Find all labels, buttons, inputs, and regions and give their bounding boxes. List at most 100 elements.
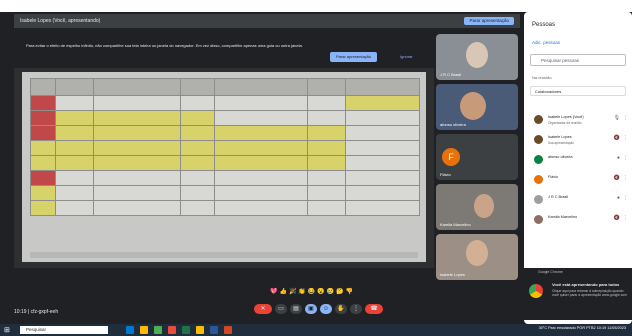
table-header-cell: [214, 78, 309, 96]
word-icon[interactable]: [210, 326, 218, 334]
participant-name: Kamila Marcelino: [440, 222, 471, 227]
participant-tile[interactable]: Isabele Lopes: [436, 234, 518, 280]
taskbar-search-input[interactable]: Pesquisar: [20, 326, 108, 334]
panel-title: Pessoas: [532, 22, 556, 28]
avatar: [534, 195, 543, 204]
reactions-bar[interactable]: 💖👍🎉👏😂😮😢🤔👎: [270, 288, 355, 295]
table-header-cell: [30, 78, 56, 96]
people-list: Isabele Lopes (Você) Organizador da reun…: [530, 112, 630, 232]
powerpoint-icon[interactable]: [224, 326, 232, 334]
notification-title: Você está apresentando para todos: [552, 282, 620, 287]
table-row: [30, 185, 420, 201]
participant-name: J R C Brasil: [440, 72, 462, 77]
sheet-tabs-bar: [30, 252, 418, 258]
participant-video: [474, 194, 494, 218]
avatar: [534, 175, 543, 184]
more-icon[interactable]: ⋮: [623, 135, 628, 141]
more-options-button[interactable]: ⋮: [350, 304, 362, 314]
taskbar-apps: [126, 326, 232, 334]
person-name: Kamila Marcelino: [548, 215, 578, 219]
table-row: [30, 170, 420, 186]
windows-taskbar: ⊞ Pesquisar 30°C Parc ensolarado POR PTB…: [0, 324, 632, 336]
person-name: Flávio: [548, 175, 559, 179]
avatar: [534, 135, 543, 144]
participant-tile[interactable]: J R C Brasil: [436, 34, 518, 80]
mail-icon[interactable]: [168, 326, 176, 334]
people-search-input[interactable]: Pesquisar pessoas: [530, 54, 626, 66]
participant-video: [466, 240, 488, 266]
leave-call-button[interactable]: ☎: [365, 304, 383, 314]
table-row: [30, 95, 420, 111]
collaborators-group[interactable]: Colaboradores: [530, 86, 626, 96]
person-status: Organizador da reunião: [548, 121, 582, 125]
presenter-title: Isabele Lopes (Você, apresentando): [20, 18, 101, 24]
table-row: [30, 155, 420, 171]
shared-spreadsheet: [22, 72, 426, 262]
top-strip: [0, 0, 632, 12]
presenting-bar: Isabele Lopes (Você, apresentando) Parar…: [14, 14, 520, 28]
list-item[interactable]: Kamila Marcelino 🔇 ⋮: [530, 212, 630, 228]
list-item[interactable]: Isabele Lopes (Você) Organizador da reun…: [530, 112, 630, 128]
mic-off-button[interactable]: ✕: [254, 304, 272, 314]
captions-button[interactable]: ▤: [290, 304, 302, 314]
chrome-icon: [529, 284, 543, 298]
mic-off-icon: 🔇: [613, 215, 620, 221]
table-row: [30, 140, 420, 156]
mirror-warning-banner: Para evitar o efeito de espelho infinito…: [14, 30, 434, 68]
participant-avatar: F: [442, 148, 460, 166]
participant-tile[interactable]: Kamila Marcelino: [436, 184, 518, 230]
participant-name: Isabele Lopes: [440, 272, 465, 277]
participant-video: [460, 92, 486, 120]
person-name: Isabele Lopes: [548, 135, 572, 139]
raise-hand-button[interactable]: ✋: [335, 304, 347, 314]
mic-icon: 🎙: [613, 115, 620, 121]
person-status: Sua apresentação: [548, 141, 574, 145]
camera-button[interactable]: ▭: [275, 304, 287, 314]
excel-icon[interactable]: [182, 326, 190, 334]
participant-name: Flávio: [440, 172, 451, 177]
present-button[interactable]: ▣: [305, 304, 317, 314]
stop-presenting-button[interactable]: Parar apresentação: [464, 17, 514, 25]
list-item[interactable]: Isabele Lopes Sua apresentação 🔇 ⋮: [530, 132, 630, 148]
list-item[interactable]: J R C Brasil ● ⋮: [530, 192, 630, 208]
list-item[interactable]: Flávio 🔇 ⋮: [530, 172, 630, 188]
more-icon[interactable]: ⋮: [623, 155, 628, 161]
add-people-button[interactable]: Adic. pessoas: [532, 40, 560, 45]
more-icon[interactable]: ⋮: [623, 195, 628, 201]
notification-detail: Clique aqui para retomar à sobreposição …: [552, 289, 627, 297]
mic-active-icon: ●: [616, 195, 620, 201]
ignore-button[interactable]: Ignorar: [400, 52, 413, 62]
table-row: [30, 110, 420, 126]
mic-off-icon: 🔇: [613, 175, 620, 181]
date: 11/05/2023: [607, 326, 626, 330]
call-controls: ✕ ▭ ▤ ▣ ☺ ✋ ⋮ ☎: [254, 304, 383, 314]
table-row: [30, 125, 420, 141]
more-icon[interactable]: ⋮: [623, 115, 628, 121]
spreadsheet-table: [30, 78, 420, 216]
participant-name: afonso oliveira: [440, 122, 466, 127]
mic-active-icon: ●: [616, 155, 620, 161]
table-header-cell: [92, 78, 181, 96]
chrome-taskbar-icon[interactable]: [196, 326, 204, 334]
avatar: [534, 215, 543, 224]
more-icon[interactable]: ⋮: [623, 215, 628, 221]
warning-message: Para evitar o efeito de espelho infinito…: [26, 43, 303, 48]
section-label: Na reunião: [532, 75, 552, 80]
reactions-button[interactable]: ☺: [320, 304, 332, 314]
list-item[interactable]: afonso oliveira ● ⋮: [530, 152, 630, 168]
file-explorer-icon[interactable]: [140, 326, 148, 334]
stop-presenting-banner-button[interactable]: Parar apresentação: [330, 52, 378, 62]
store-icon[interactable]: [154, 326, 162, 334]
presenting-notification[interactable]: Google Chrome Você está apresentando par…: [524, 268, 632, 320]
edge-icon[interactable]: [126, 326, 134, 334]
table-header-cell: [345, 78, 420, 96]
more-icon[interactable]: ⋮: [623, 175, 628, 181]
avatar: [534, 115, 543, 124]
language: POR PTB2: [576, 326, 596, 330]
meeting-info: 10:19 | cfz-gxpf-eeh: [14, 309, 59, 315]
participant-video: [466, 42, 488, 68]
person-name: afonso oliveira: [548, 155, 573, 159]
windows-start-icon[interactable]: ⊞: [4, 326, 10, 334]
participant-tile[interactable]: afonso oliveira: [436, 84, 518, 130]
system-tray: 30°C Parc ensolarado POR PTB2 10:19 11/0…: [539, 326, 626, 330]
